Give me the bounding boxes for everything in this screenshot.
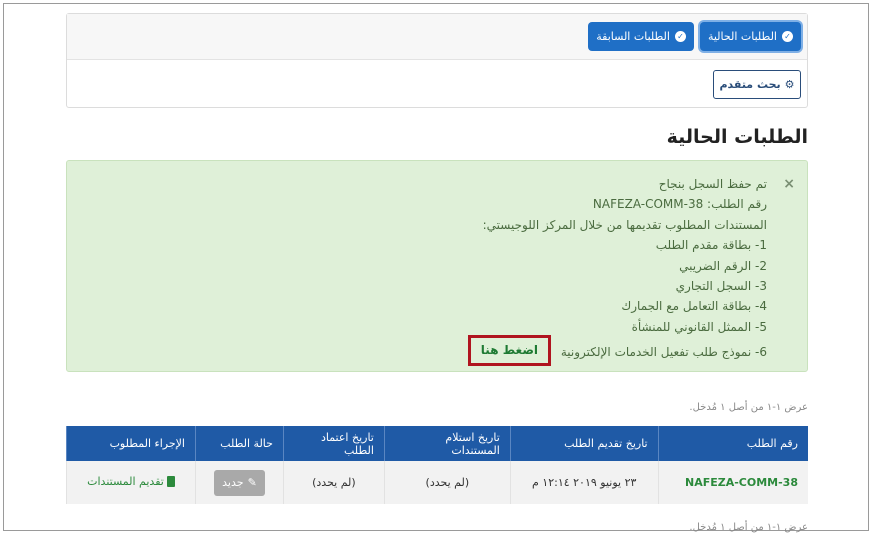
gear-icon: ⚙ bbox=[784, 78, 795, 91]
close-icon[interactable]: × bbox=[783, 176, 795, 192]
column-header: رقم الطلب bbox=[657, 426, 808, 461]
click-here-link[interactable]: اضغط هنا bbox=[467, 335, 552, 367]
alert-line: 5- الممثل القانوني للمنشأة bbox=[631, 319, 767, 334]
status-label: جديد bbox=[222, 476, 244, 489]
alert-line: المستندات المطلوب تقديمها من خلال المركز… bbox=[482, 217, 767, 232]
page-title: الطلبات الحالية bbox=[666, 126, 808, 148]
alert-line: 1- بطاقة مقدم الطلب bbox=[655, 238, 767, 253]
document-icon bbox=[166, 476, 175, 487]
showing-count-bottom: عرض ١-١ من أصل ١ مُدخل. bbox=[689, 522, 808, 533]
column-header: تاريخ اعتماد الطلب bbox=[282, 426, 385, 461]
alert-line: تم حفظ السجل بنجاح bbox=[658, 177, 767, 191]
pencil-icon: ✎ bbox=[247, 476, 257, 489]
column-header: حالة الطلب bbox=[194, 426, 284, 461]
tab-current-requests[interactable]: ✓ الطلبات الحالية bbox=[699, 22, 801, 51]
alert-line-text: 6- نموذج طلب تفعيل الخدمات الإلكترونية bbox=[560, 345, 767, 360]
column-header: الإجراء المطلوب bbox=[66, 426, 196, 461]
alert-line: 4- بطاقة التعامل مع الجمارك bbox=[621, 299, 767, 314]
action-cell: تقديم المستندات bbox=[66, 461, 196, 504]
alert-line: 3- السجل التجاري bbox=[675, 278, 767, 293]
table-header-row: رقم الطلب تاريخ تقديم الطلب تاريخ استلام… bbox=[66, 426, 808, 461]
main-content: ✓ الطلبات الحالية ✓ الطلبات السابقة ⚙ بح… bbox=[66, 13, 808, 533]
table-row: NAFEZA-COMM-38 ٢٣ يونيو ٢٠١٩ ١٢:١٤ م (لم… bbox=[66, 461, 808, 504]
action-label: تقديم المستندات bbox=[87, 475, 164, 488]
column-header: تاريخ استلام المستندات bbox=[383, 426, 511, 461]
advanced-search-label: بحث متقدم bbox=[719, 78, 781, 91]
check-circle-icon: ✓ bbox=[674, 31, 686, 42]
status-cell: ✎ جديد bbox=[194, 461, 284, 504]
filter-panel: ✓ الطلبات الحالية ✓ الطلبات السابقة ⚙ بح… bbox=[66, 13, 808, 108]
tab-label: الطلبات السابقة bbox=[596, 30, 670, 43]
alert-line: 2- الرقم الضريبي bbox=[679, 258, 767, 273]
success-alert: × تم حفظ السجل بنجاح رقم الطلب: NAFEZA-C… bbox=[66, 160, 808, 372]
status-badge[interactable]: ✎ جديد bbox=[214, 469, 265, 496]
requests-table: رقم الطلب تاريخ تقديم الطلب تاريخ استلام… bbox=[66, 426, 808, 504]
alert-line-last: 6- نموذج طلب تفعيل الخدمات الإلكترونية ا… bbox=[77, 335, 767, 367]
submit-documents-link[interactable]: تقديم المستندات bbox=[87, 475, 175, 488]
showing-count: عرض ١-١ من أصل ١ مُدخل. bbox=[689, 402, 808, 413]
alert-line: رقم الطلب: NAFEZA-COMM-38 bbox=[592, 197, 767, 212]
receive-date-cell: (لم يحدد) bbox=[383, 461, 511, 504]
tab-label: الطلبات الحالية bbox=[707, 30, 777, 43]
request-number-cell[interactable]: NAFEZA-COMM-38 bbox=[657, 461, 808, 504]
tabs-row: ✓ الطلبات الحالية ✓ الطلبات السابقة bbox=[67, 14, 807, 60]
submit-date-cell: ٢٣ يونيو ٢٠١٩ ١٢:١٤ م bbox=[509, 461, 659, 504]
column-header: تاريخ تقديم الطلب bbox=[509, 426, 659, 461]
check-circle-icon: ✓ bbox=[782, 31, 793, 42]
search-row: ⚙ بحث متقدم bbox=[67, 60, 807, 99]
tab-previous-requests[interactable]: ✓ الطلبات السابقة bbox=[588, 22, 694, 51]
advanced-search-button[interactable]: ⚙ بحث متقدم bbox=[713, 70, 801, 99]
approve-date-cell: (لم يحدد) bbox=[282, 461, 385, 504]
